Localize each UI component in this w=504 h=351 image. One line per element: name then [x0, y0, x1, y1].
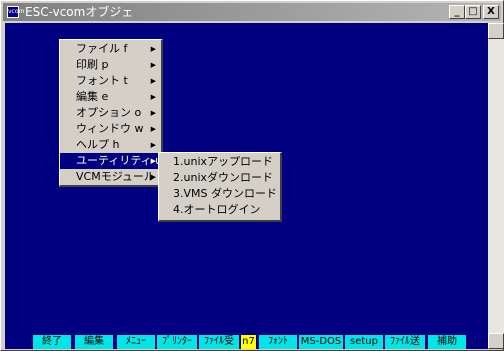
fkey-file-receive[interactable]: ﾌｧｲﾙ受: [199, 335, 239, 349]
scroll-down-button[interactable]: [488, 333, 504, 349]
menu-item-label: VCMモジュール: [76, 170, 155, 183]
minimize-button[interactable]: _: [449, 5, 465, 19]
menu-item-print[interactable]: 印刷 p ▶: [60, 57, 161, 73]
fkey-setup[interactable]: setup: [345, 335, 383, 349]
fkey-n7[interactable]: n7: [241, 335, 256, 349]
submenu-arrow-icon: ▶: [150, 77, 156, 85]
fkey-edit[interactable]: 編集: [75, 335, 113, 349]
window-title: ESC-vcomオブジェ: [25, 5, 134, 19]
vertical-scrollbar[interactable]: [488, 23, 504, 349]
menu-item-label: フォント t: [76, 74, 128, 87]
close-button[interactable]: X: [483, 5, 499, 19]
menu-item-option[interactable]: オプション o ▶: [60, 105, 161, 121]
submenu-item-unix-download[interactable]: 2.unixダウンロード: [159, 170, 280, 186]
fkey-printer[interactable]: ﾌﾟﾘﾝﾀｰ: [157, 335, 197, 349]
submenu-item-vms-download[interactable]: 3.VMS ダウンロード: [159, 186, 280, 202]
menu-item-vcm-module[interactable]: VCMモジュール ▶: [60, 169, 161, 185]
title-bar[interactable]: vcom ESC-vcomオブジェ _ □ X: [3, 3, 501, 21]
menu-item-label: ウィンドウ w: [76, 122, 144, 135]
submenu-arrow-icon: ▶: [150, 45, 156, 53]
menu-item-label: 印刷 p: [76, 58, 109, 71]
main-menu: ファイル f ▶ 印刷 p ▶ フォント t ▶ 編集 e ▶ オプション o …: [59, 39, 163, 187]
submenu-item-auto-login[interactable]: 4.オートログイン: [159, 202, 280, 218]
fkey-menu[interactable]: ﾒﾆｭｰ: [117, 335, 155, 349]
fkey-assist[interactable]: 補助: [428, 335, 466, 349]
menu-item-label: 編集 e: [76, 90, 109, 103]
fkey-font[interactable]: ﾌｫﾝﾄ: [259, 335, 297, 349]
menu-item-label: オプション o: [76, 106, 142, 119]
app-icon[interactable]: vcom: [7, 6, 24, 18]
app-window: vcom ESC-vcomオブジェ _ □ X ファイル f ▶ 印刷 p ▶ …: [0, 0, 504, 351]
menu-item-label: ユーティリティ u: [76, 154, 163, 167]
fkey-quit[interactable]: 終了: [33, 335, 71, 349]
menu-item-help[interactable]: ヘルプ h ▶: [60, 137, 161, 153]
fkey-ms-dos[interactable]: MS-DOS: [299, 335, 343, 349]
submenu-arrow-icon: ▶: [150, 125, 156, 133]
menu-item-label: ファイル f: [76, 42, 128, 55]
menu-item-edit[interactable]: 編集 e ▶: [60, 89, 161, 105]
submenu-arrow-icon: ▶: [150, 173, 156, 181]
scroll-up-button[interactable]: [488, 23, 504, 39]
maximize-button[interactable]: □: [465, 5, 481, 19]
submenu-arrow-icon: ▶: [150, 93, 156, 101]
submenu-arrow-icon: ▶: [150, 141, 156, 149]
menu-item-font[interactable]: フォント t ▶: [60, 73, 161, 89]
submenu-arrow-icon: ▶: [150, 157, 156, 165]
utility-submenu: 1.unixアップロード 2.unixダウンロード 3.VMS ダウンロード 4…: [158, 152, 282, 222]
menu-item-label: ヘルプ h: [76, 138, 120, 151]
submenu-item-unix-upload[interactable]: 1.unixアップロード: [159, 154, 280, 170]
submenu-arrow-icon: ▶: [150, 109, 156, 117]
submenu-arrow-icon: ▶: [150, 61, 156, 69]
menu-item-window[interactable]: ウィンドウ w ▶: [60, 121, 161, 137]
menu-item-utility[interactable]: ユーティリティ u ▶: [60, 153, 163, 169]
fkey-file-send[interactable]: ﾌｧｲﾙ送: [385, 335, 425, 349]
menu-item-file[interactable]: ファイル f ▶: [60, 41, 161, 57]
